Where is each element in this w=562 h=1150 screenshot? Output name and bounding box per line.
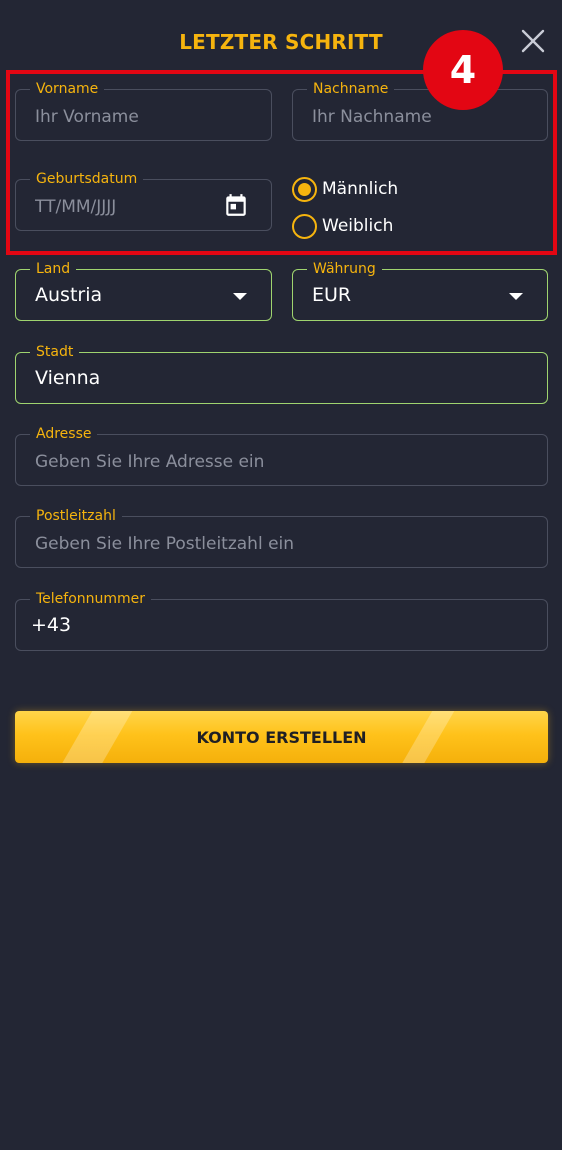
postal-code-input[interactable]: [16, 517, 547, 567]
chevron-down-icon: [509, 293, 523, 300]
button-shine: [391, 711, 461, 763]
step-badge: 4: [423, 30, 503, 110]
first-name-input[interactable]: [16, 90, 271, 140]
city-field[interactable]: Stadt Vienna: [15, 343, 548, 404]
radio-male[interactable]: [292, 176, 317, 202]
chevron-down-icon: [233, 293, 247, 300]
country-value: Austria: [35, 284, 103, 306]
close-icon: [521, 29, 545, 53]
radio-female[interactable]: [292, 213, 317, 239]
phone-field[interactable]: Telefonnummer +43: [15, 590, 548, 651]
first-name-field: Vorname: [15, 80, 272, 141]
last-name-field: Nachname: [292, 80, 548, 141]
currency-label: Währung: [307, 260, 382, 278]
phone-label: Telefonnummer: [30, 590, 152, 608]
button-shine: [51, 711, 139, 763]
gender-option-female[interactable]: Weiblich: [292, 212, 393, 240]
postal-code-field: Postleitzahl: [15, 507, 548, 568]
phone-value: +43: [31, 614, 72, 636]
currency-value: EUR: [312, 284, 352, 306]
registration-screen: LETZTER SCHRITT Vorname Nachname Geburts…: [0, 0, 562, 1150]
city-value: Vienna: [35, 367, 101, 389]
close-button[interactable]: [519, 27, 547, 55]
last-name-input[interactable]: [293, 90, 547, 140]
city-label: Stadt: [30, 343, 80, 361]
create-account-label: KONTO ERSTELLEN: [196, 727, 367, 747]
address-field: Adresse: [15, 425, 548, 486]
gender-male-label: Männlich: [322, 179, 399, 199]
create-account-button[interactable]: KONTO ERSTELLEN: [15, 711, 548, 763]
gender-female-label: Weiblich: [322, 216, 394, 236]
radio-selected-dot: [298, 182, 311, 196]
country-label: Land: [30, 260, 77, 278]
calendar-icon[interactable]: [223, 192, 249, 218]
address-input[interactable]: [16, 435, 547, 485]
country-select[interactable]: Land Austria: [15, 260, 272, 321]
currency-select[interactable]: Währung EUR: [292, 260, 548, 321]
birthdate-field: Geburtsdatum: [15, 170, 272, 231]
gender-option-male[interactable]: Männlich: [292, 175, 398, 203]
